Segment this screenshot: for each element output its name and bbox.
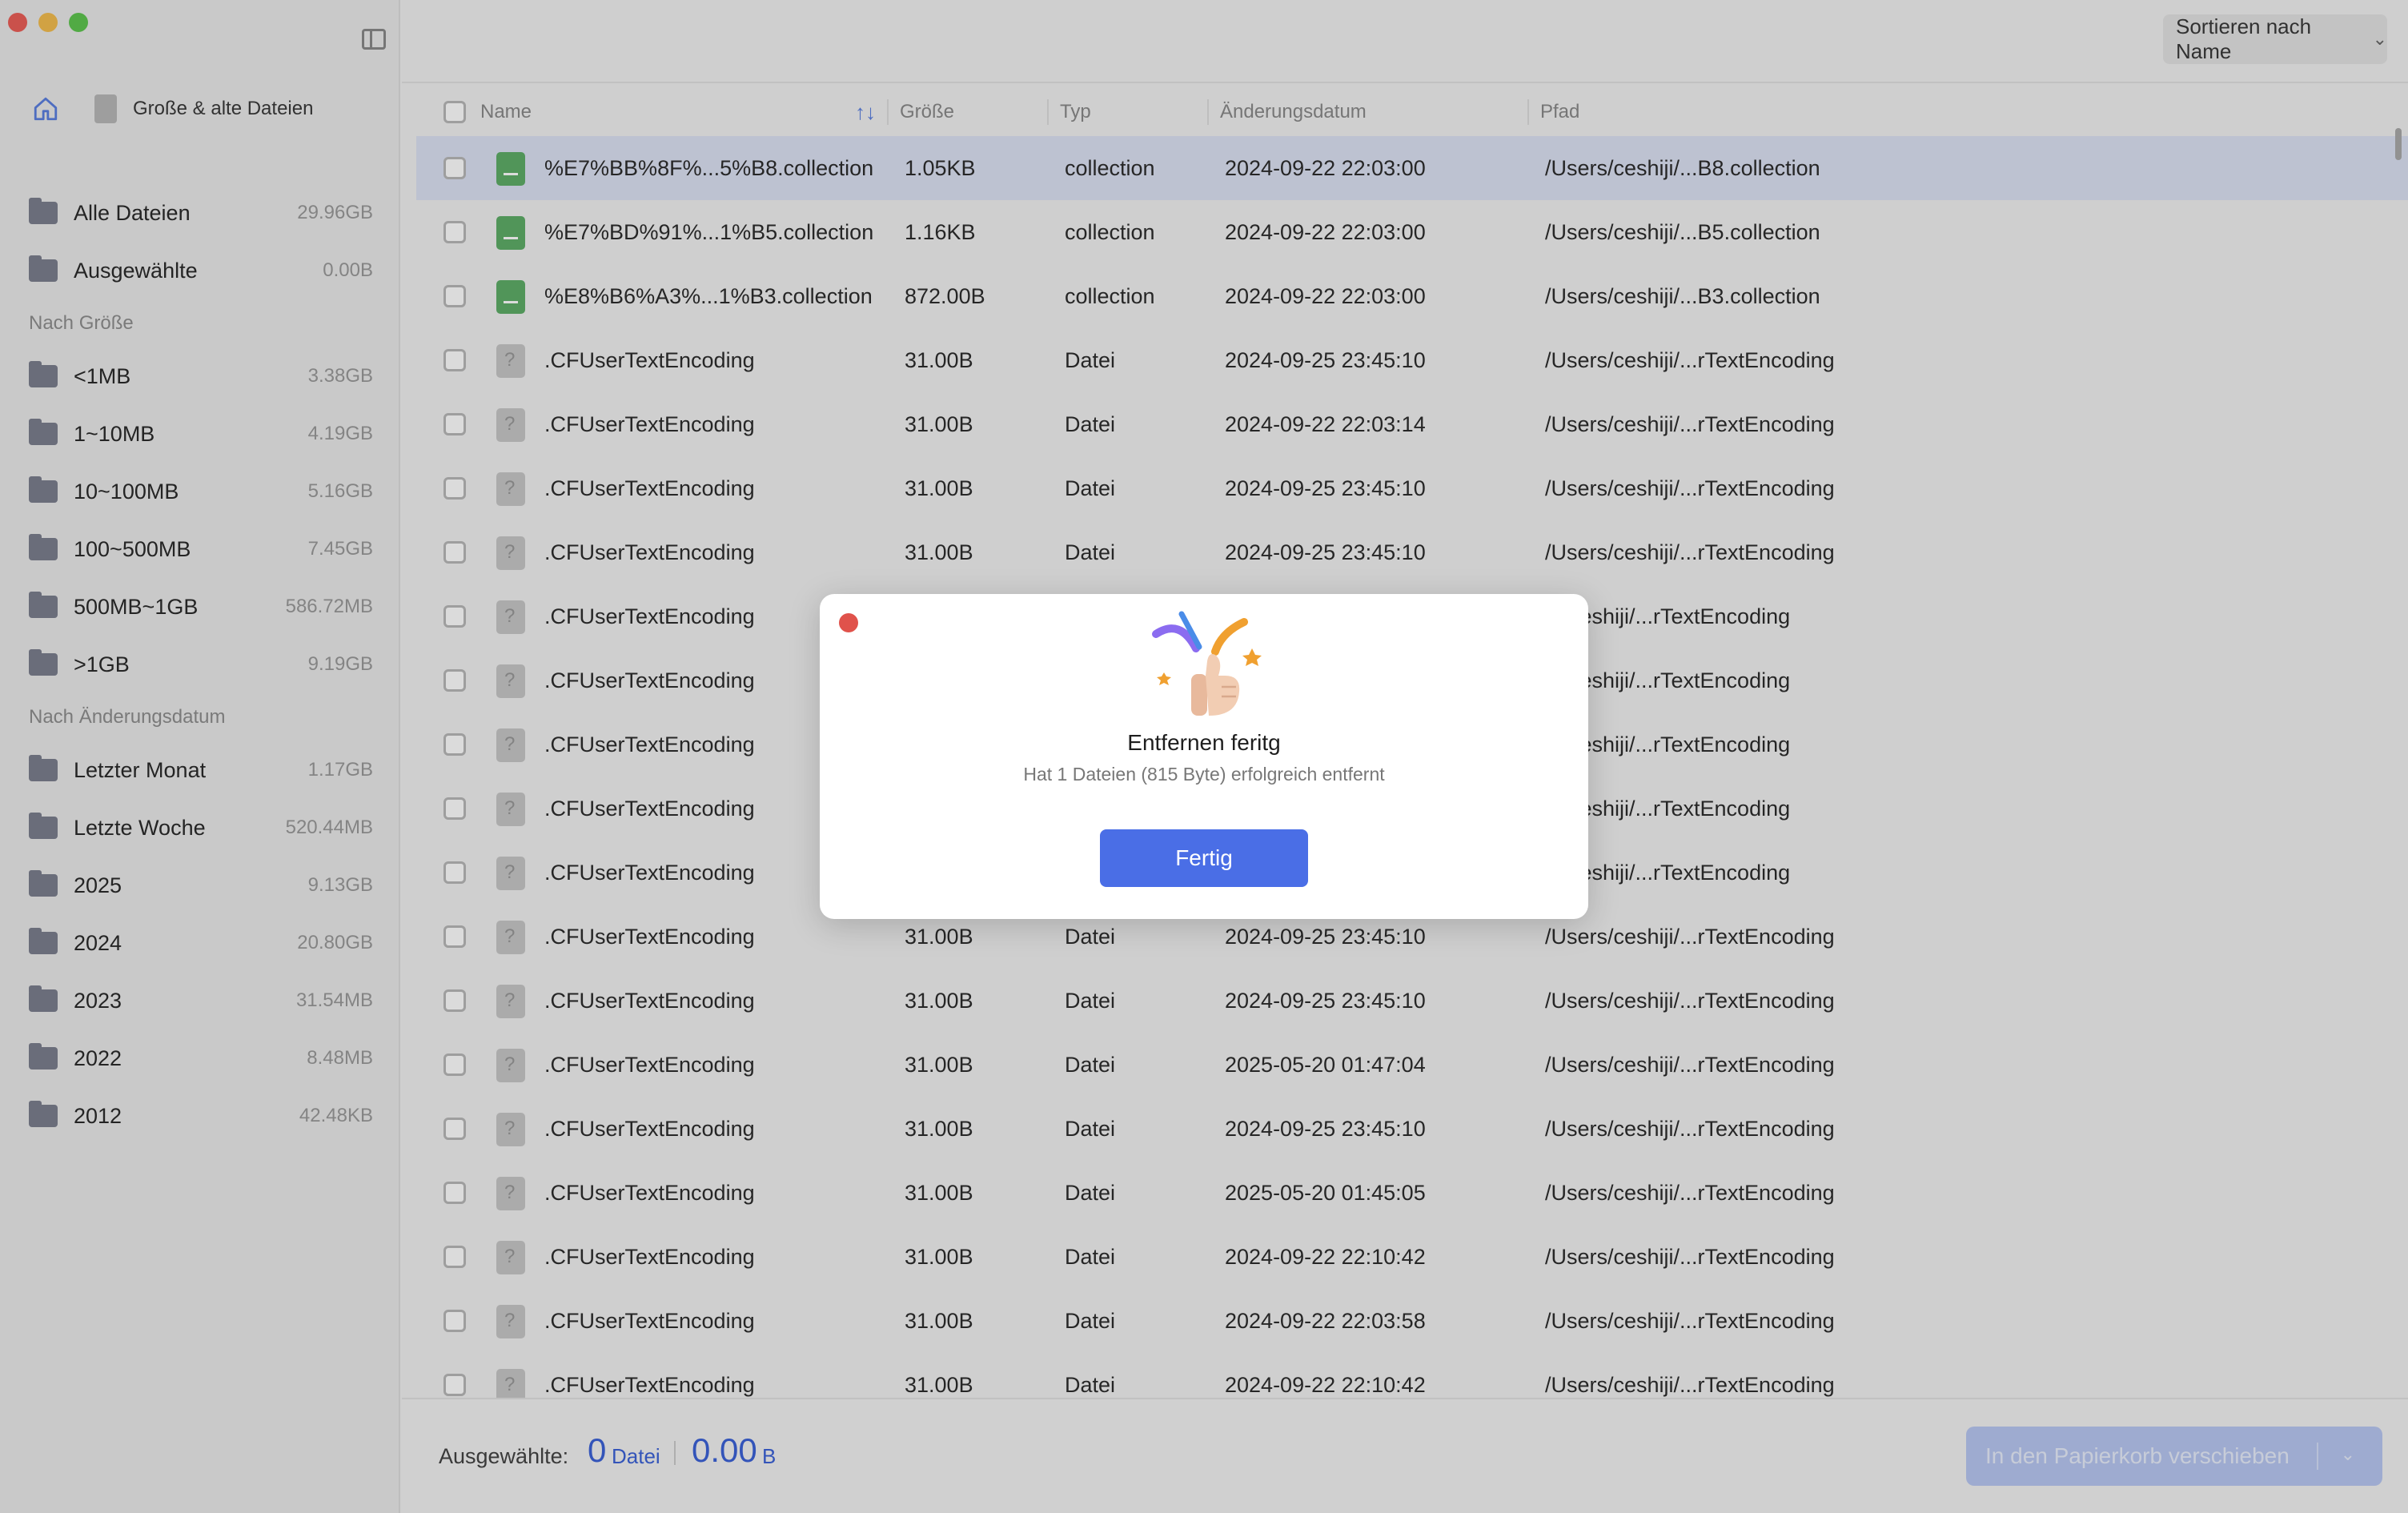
thumbs-up-icon	[1152, 611, 1262, 716]
close-dialog-button[interactable]	[839, 613, 858, 632]
removal-complete-dialog: Entfernen feritg Hat 1 Dateien (815 Byte…	[820, 594, 1588, 919]
dialog-subtitle: Hat 1 Dateien (815 Byte) erfolgreich ent…	[1023, 764, 1385, 785]
done-button[interactable]: Fertig	[1100, 829, 1308, 887]
dialog-title: Entfernen feritg	[1127, 730, 1281, 755]
